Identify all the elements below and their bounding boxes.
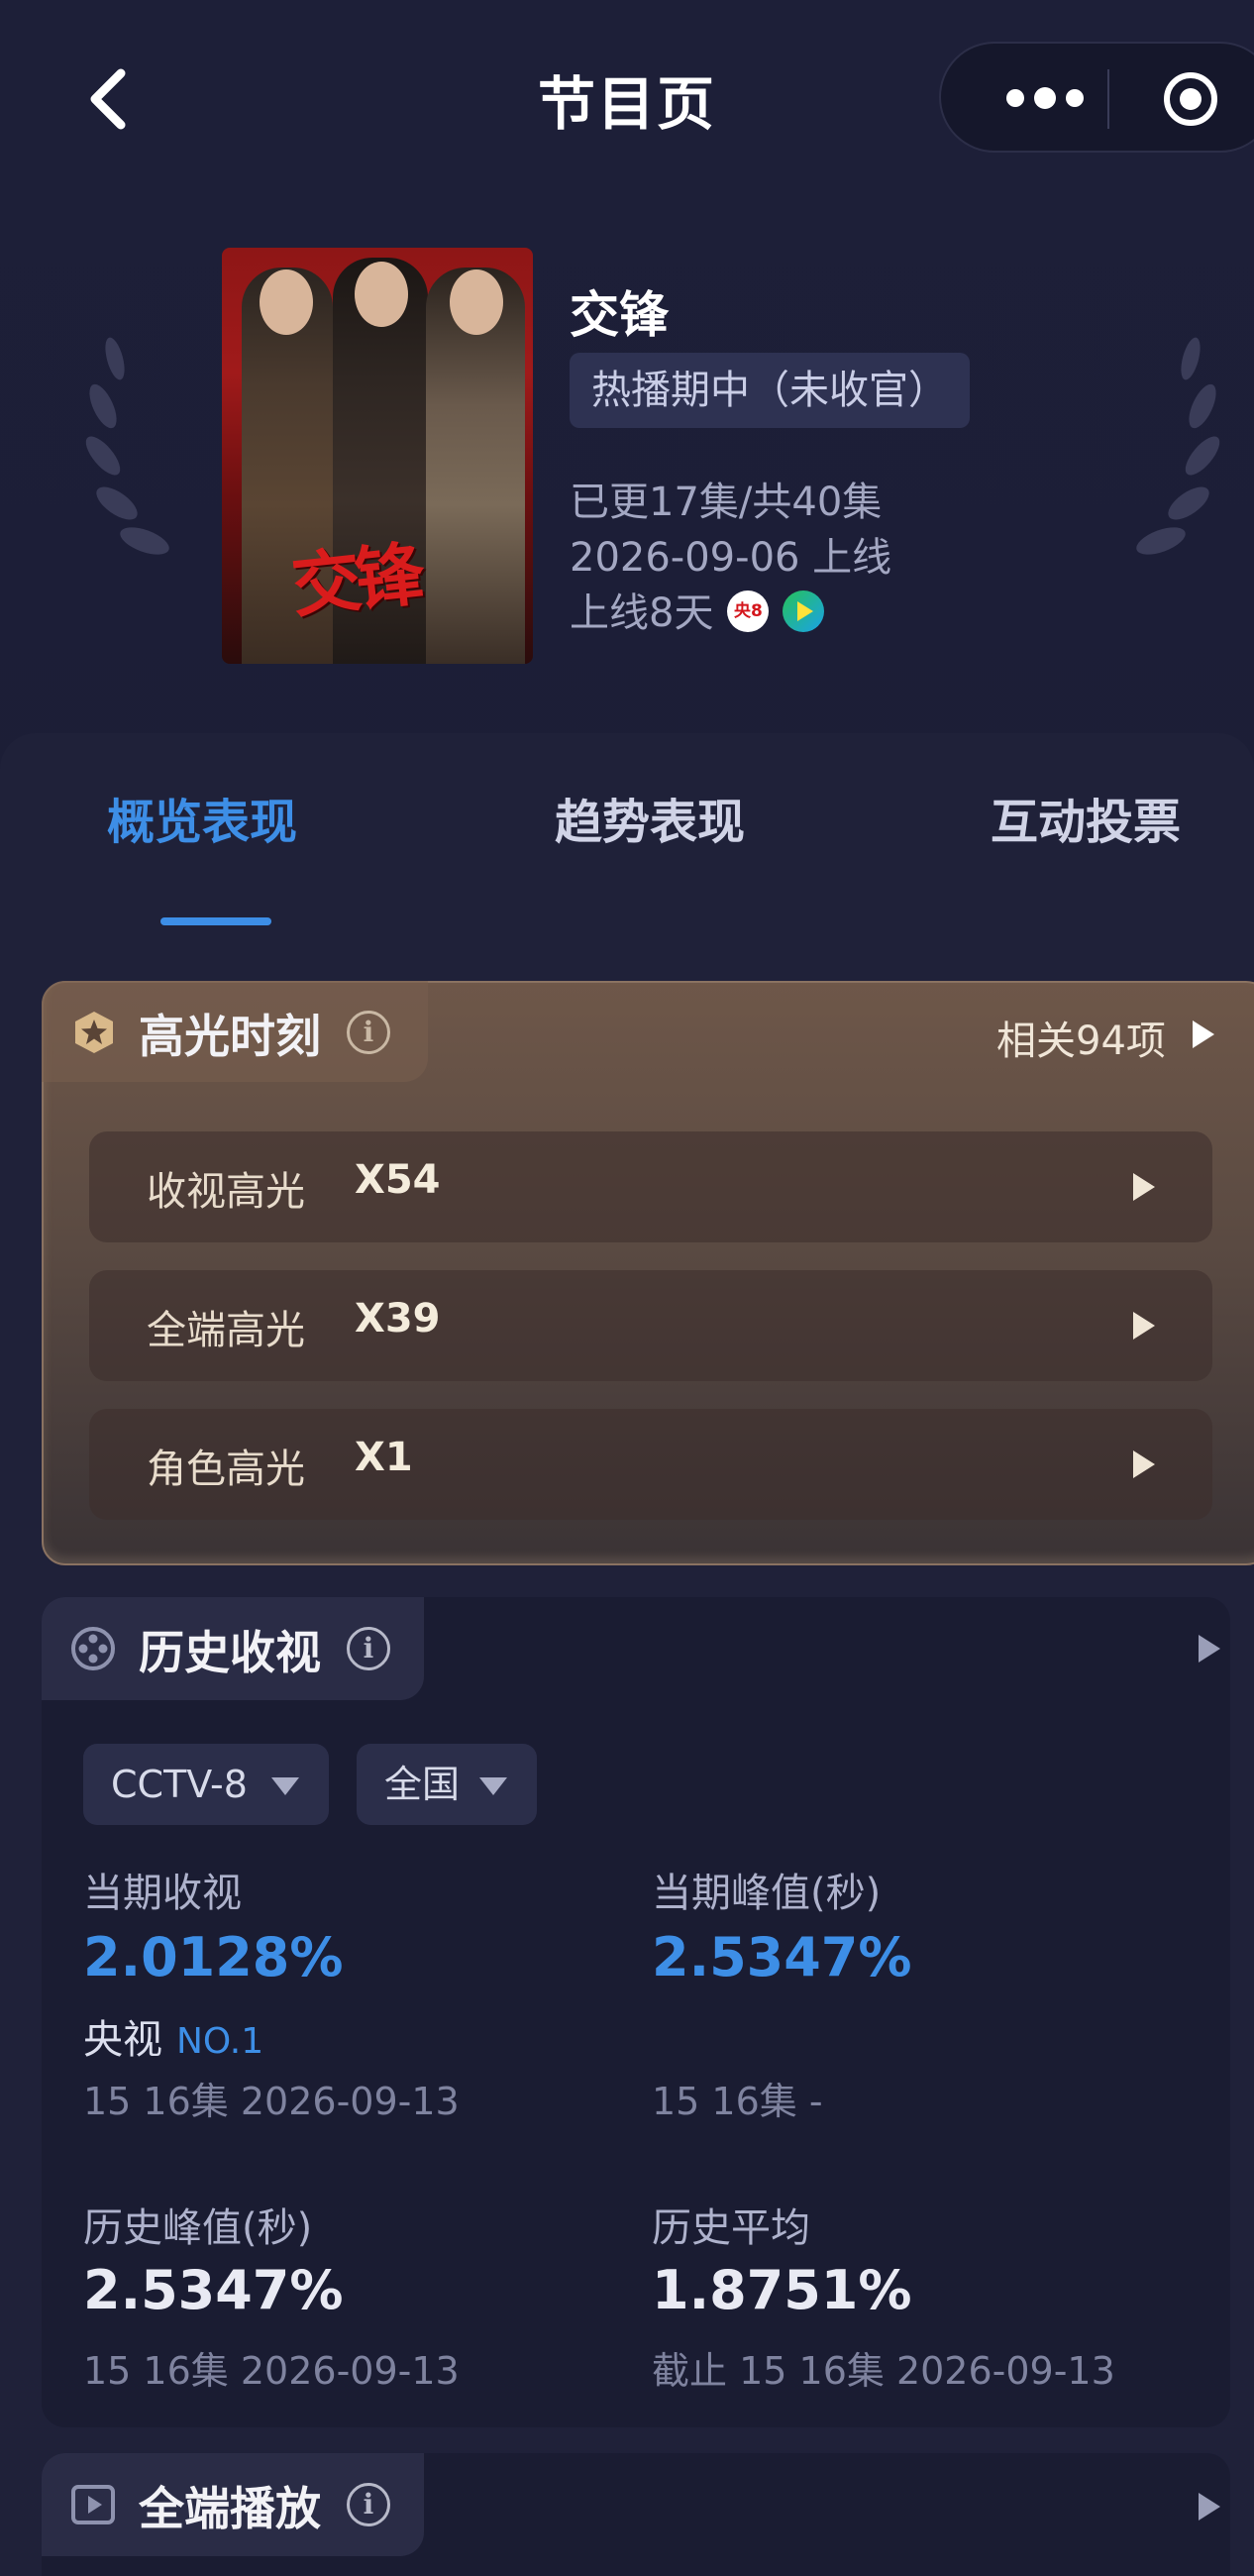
highlight-row-ratings[interactable]: 收视高光 X54 bbox=[89, 1131, 1212, 1242]
poster-face bbox=[260, 269, 313, 335]
cctv-rank: 央视 NO.1 bbox=[83, 2007, 263, 2065]
show-name: 交锋 bbox=[570, 286, 669, 344]
history-average-sub: 截止 15 16集 2026-09-13 bbox=[652, 2349, 1115, 2393]
channel-select[interactable]: CCTV-8 bbox=[83, 1744, 329, 1825]
chevron-right-icon bbox=[1133, 1450, 1155, 1478]
history-average-label: 历史平均 bbox=[652, 2205, 810, 2251]
history-ratings-title: 历史收视 bbox=[139, 1626, 321, 1679]
play-platform-icon bbox=[783, 590, 825, 632]
chevron-right-icon[interactable] bbox=[1193, 1020, 1214, 1048]
highlights-title: 高光时刻 bbox=[139, 1010, 321, 1063]
highlight-count: X54 bbox=[355, 1157, 441, 1203]
cctv8-badge-icon: 央8 bbox=[727, 590, 770, 632]
highlight-label: 角色高光 bbox=[147, 1447, 305, 1492]
poster-face bbox=[355, 262, 408, 327]
history-average-value: 1.8751% bbox=[652, 2259, 912, 2321]
poster-face bbox=[450, 269, 503, 335]
laurel-left-icon bbox=[85, 337, 169, 555]
region-select-value: 全国 bbox=[384, 1763, 461, 1806]
current-peak-value: 2.5347% bbox=[652, 1926, 912, 1988]
tab-overview[interactable]: 概览表现 bbox=[107, 783, 297, 852]
video-play-icon bbox=[71, 2485, 115, 2524]
status-badge: 热播期中（未收官） bbox=[570, 353, 970, 428]
history-peak-label: 历史峰值(秒) bbox=[83, 2205, 313, 2251]
highlight-row-all-platform[interactable]: 全端高光 X39 bbox=[89, 1270, 1212, 1381]
current-peak-sub: 15 16集 - bbox=[652, 2080, 823, 2123]
caret-down-icon bbox=[479, 1777, 507, 1795]
tab-trend[interactable]: 趋势表现 bbox=[555, 783, 745, 852]
highlight-count: X1 bbox=[355, 1435, 413, 1480]
highlight-label: 收视高光 bbox=[147, 1169, 305, 1215]
chevron-right-icon bbox=[1133, 1173, 1155, 1201]
film-reel-icon bbox=[71, 1627, 115, 1670]
channel-select-value: CCTV-8 bbox=[111, 1763, 248, 1806]
tab-vote[interactable]: 互动投票 bbox=[991, 783, 1181, 852]
target-icon[interactable] bbox=[1161, 69, 1220, 129]
days-online-row: 上线8天 央8 bbox=[570, 581, 825, 638]
history-peak-sub: 15 16集 2026-09-13 bbox=[83, 2349, 460, 2393]
mini-program-capsule bbox=[939, 42, 1254, 153]
top-bar: 节目页 bbox=[0, 0, 1254, 198]
days-online: 上线8天 bbox=[570, 590, 714, 636]
capsule-divider bbox=[1107, 69, 1109, 129]
highlight-row-role[interactable]: 角色高光 X1 bbox=[89, 1409, 1212, 1520]
caret-down-icon bbox=[271, 1777, 299, 1795]
region-select[interactable]: 全国 bbox=[357, 1744, 537, 1825]
info-icon[interactable]: i bbox=[347, 1627, 390, 1670]
chevron-right-icon bbox=[1133, 1312, 1155, 1340]
highlights-related-link[interactable]: 相关94项 bbox=[996, 1009, 1166, 1066]
all-platform-title: 全端播放 bbox=[139, 2482, 321, 2535]
laurel-right-icon bbox=[1136, 337, 1220, 555]
poster-title: 交锋 bbox=[287, 532, 423, 628]
chevron-right-icon[interactable] bbox=[1199, 1635, 1220, 1663]
star-badge-icon bbox=[75, 1012, 113, 1053]
chevron-right-icon[interactable] bbox=[1199, 2493, 1220, 2521]
episode-count: 已更17集/共40集 bbox=[570, 480, 883, 525]
rank-value: NO.1 bbox=[176, 2021, 264, 2062]
info-icon[interactable]: i bbox=[347, 1011, 390, 1054]
current-rating-sub: 15 16集 2026-09-13 bbox=[83, 2080, 460, 2123]
rank-prefix: 央视 bbox=[83, 2017, 162, 2063]
current-rating-value: 2.0128% bbox=[83, 1926, 344, 1988]
active-tab-indicator bbox=[160, 917, 271, 925]
program-page: 节目页 交锋 交锋 热播期中（未收官） 已更17集/共40集 2026-09-0… bbox=[0, 0, 1254, 2576]
info-icon[interactable]: i bbox=[347, 2483, 390, 2526]
highlight-count: X39 bbox=[355, 1296, 441, 1342]
highlight-label: 全端高光 bbox=[147, 1308, 305, 1353]
current-rating-label: 当期收视 bbox=[83, 1871, 242, 1916]
more-dots-icon[interactable] bbox=[991, 73, 1099, 123]
current-peak-label: 当期峰值(秒) bbox=[652, 1871, 882, 1916]
release-date: 2026-09-06 上线 bbox=[570, 535, 892, 581]
show-poster[interactable]: 交锋 bbox=[222, 248, 533, 664]
history-peak-value: 2.5347% bbox=[83, 2259, 344, 2321]
